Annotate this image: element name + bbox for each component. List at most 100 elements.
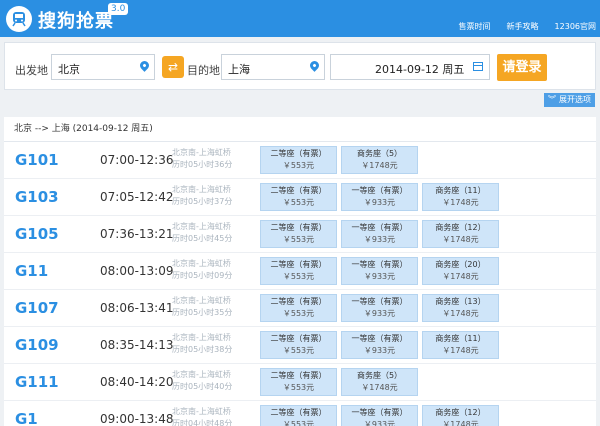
seat-option[interactable]: 一等座（有票） ￥933元 <box>341 183 418 211</box>
seat-price: ￥553元 <box>282 235 315 244</box>
stations: 北京南-上海虹桥 <box>172 407 231 416</box>
train-number[interactable]: G103 <box>15 188 59 206</box>
seat-class: 一等座（有票） <box>351 186 408 195</box>
train-list: G101 07:00-12:36 北京南-上海虹桥 历时05小时36分二等座（有票） ￥… <box>4 142 596 426</box>
train-row[interactable]: G11 08:00-13:09 北京南-上海虹桥 历时05小时09分 二等座（有票） ￥5… <box>4 253 596 290</box>
seat-price: ￥553元 <box>282 161 315 170</box>
link-beginner-guide[interactable]: 新手攻略 <box>507 21 539 32</box>
train-number[interactable]: G105 <box>15 225 59 243</box>
location-pin-icon <box>138 59 151 72</box>
from-label: 出发地 <box>15 64 48 77</box>
train-row[interactable]: G105 07:36-13:21 北京南-上海虹桥 历时05小时45分 二等座（有票） ￥… <box>4 216 596 253</box>
train-number[interactable]: G101 <box>15 151 59 169</box>
expand-options-button[interactable]: ︾ 展开选项 <box>544 93 595 107</box>
stations: 北京南-上海虹桥 <box>172 259 231 268</box>
seat-option[interactable]: 商务座（5） ￥1748元 <box>341 368 418 396</box>
seat-price: ￥1748元 <box>442 272 479 281</box>
seat-class: 商务座（12） <box>435 408 486 417</box>
seat-option[interactable]: 一等座（有票） ￥933元 <box>341 405 418 426</box>
stations: 北京南-上海虹桥 <box>172 370 231 379</box>
header-links: 售票时间 新手攻略 12306官网 <box>459 21 596 32</box>
departure-arrival-time: 07:05-12:42 <box>100 190 174 204</box>
train-row[interactable]: G109 08:35-14:13 北京南-上海虹桥 历时05小时38分 二等座（有票） ￥… <box>4 327 596 364</box>
seat-class: 二等座（有票） <box>270 408 327 417</box>
seat-option[interactable]: 二等座（有票） ￥553元 <box>260 331 337 359</box>
departure-arrival-time: 07:00-12:36 <box>100 153 174 167</box>
train-row[interactable]: G1 09:00-13:48 北京南-上海虹桥 历时04小时48分 二等座（有票） ￥55… <box>4 401 596 426</box>
seat-option[interactable]: 二等座（有票） ￥553元 <box>260 405 337 426</box>
duration: 历时05小时37分 <box>172 197 233 206</box>
departure-arrival-time: 08:00-13:09 <box>100 264 174 278</box>
train-number[interactable]: G11 <box>15 262 48 280</box>
from-field[interactable]: 北京 <box>51 54 155 80</box>
to-value: 上海 <box>228 63 250 76</box>
date-value: 2014-09-12 周五 <box>375 63 465 76</box>
stations: 北京南-上海虹桥 <box>172 296 231 305</box>
seat-option[interactable]: 商务座（5） ￥1748元 <box>341 146 418 174</box>
seat-option[interactable]: 二等座（有票） ￥553元 <box>260 220 337 248</box>
link-sale-time[interactable]: 售票时间 <box>459 21 491 32</box>
seat-option[interactable]: 商务座（11） ￥1748元 <box>422 331 499 359</box>
swap-button[interactable]: ⇄ <box>162 56 184 78</box>
login-button[interactable]: 请登录 <box>497 54 547 81</box>
stations: 北京南-上海虹桥 <box>172 185 231 194</box>
train-row[interactable]: G111 08:40-14:20 北京南-上海虹桥 历时05小时40分 二等座（有票） ￥… <box>4 364 596 401</box>
seat-price: ￥933元 <box>363 198 396 207</box>
seat-class: 二等座（有票） <box>270 334 327 343</box>
seat-price: ￥553元 <box>282 198 315 207</box>
expand-options-label: 展开选项 <box>559 95 591 104</box>
seat-option[interactable]: 一等座（有票） ￥933元 <box>341 294 418 322</box>
duration: 历时05小时09分 <box>172 271 233 280</box>
seat-option[interactable]: 一等座（有票） ￥933元 <box>341 331 418 359</box>
train-row[interactable]: G107 08:06-13:41 北京南-上海虹桥 历时05小时35分 二等座（有票） ￥… <box>4 290 596 327</box>
seat-option[interactable]: 商务座（12） ￥1748元 <box>422 220 499 248</box>
seat-option[interactable]: 二等座（有票） ￥553元 <box>260 294 337 322</box>
seat-option[interactable]: 一等座（有票） ￥933元 <box>341 257 418 285</box>
seat-option[interactable]: 商务座（13） ￥1748元 <box>422 294 499 322</box>
seat-price: ￥1748元 <box>442 346 479 355</box>
from-value: 北京 <box>58 63 80 76</box>
seat-option[interactable]: 二等座（有票） ￥553元 <box>260 257 337 285</box>
station-info: 北京南-上海虹桥 历时05小时36分 <box>172 147 232 171</box>
station-info: 北京南-上海虹桥 历时05小时38分 <box>172 332 232 356</box>
train-row[interactable]: G101 07:00-12:36 北京南-上海虹桥 历时05小时36分 二等座（有票） ￥… <box>4 142 596 179</box>
seat-option[interactable]: 商务座（20） ￥1748元 <box>422 257 499 285</box>
link-12306-official[interactable]: 12306官网 <box>555 21 596 32</box>
seat-class: 商务座（13） <box>435 297 486 306</box>
train-row[interactable]: G103 07:05-12:42 北京南-上海虹桥 历时05小时37分 二等座（有票） ￥… <box>4 179 596 216</box>
seat-option[interactable]: 一等座（有票） ￥933元 <box>341 220 418 248</box>
seat-class: 一等座（有票） <box>351 408 408 417</box>
location-pin-icon <box>308 59 321 72</box>
version-badge: 3.0 <box>108 3 129 15</box>
to-field[interactable]: 上海 <box>221 54 325 80</box>
seat-price: ￥933元 <box>363 309 396 318</box>
train-number[interactable]: G109 <box>15 336 59 354</box>
seat-option[interactable]: 二等座（有票） ￥553元 <box>260 146 337 174</box>
seat-class: 二等座（有票） <box>270 223 327 232</box>
station-info: 北京南-上海虹桥 历时05小时35分 <box>172 295 232 319</box>
seat-class: 商务座（11） <box>435 334 486 343</box>
seat-option[interactable]: 二等座（有票） ￥553元 <box>260 368 337 396</box>
seat-price: ￥553元 <box>282 383 315 392</box>
seat-class: 商务座（5） <box>356 371 403 380</box>
seat-price: ￥1748元 <box>442 420 479 426</box>
seat-price: ￥933元 <box>363 235 396 244</box>
date-field[interactable]: 2014-09-12 周五 <box>330 54 490 80</box>
seat-option[interactable]: 商务座（11） ￥1748元 <box>422 183 499 211</box>
station-info: 北京南-上海虹桥 历时05小时37分 <box>172 184 232 208</box>
duration: 历时05小时45分 <box>172 234 233 243</box>
seat-option[interactable]: 商务座（12） ￥1748元 <box>422 405 499 426</box>
app-title: 搜狗抢票 <box>38 11 114 32</box>
seat-class: 二等座（有票） <box>270 260 327 269</box>
seat-class: 一等座（有票） <box>351 334 408 343</box>
train-number[interactable]: G107 <box>15 299 59 317</box>
train-number[interactable]: G111 <box>15 373 59 391</box>
seat-price: ￥553元 <box>282 272 315 281</box>
duration: 历时05小时40分 <box>172 382 233 391</box>
train-number[interactable]: G1 <box>15 410 38 426</box>
app-header: 搜狗抢票 3.0 售票时间 新手攻略 12306官网 <box>0 0 600 37</box>
seat-option[interactable]: 二等座（有票） ￥553元 <box>260 183 337 211</box>
seat-price: ￥1748元 <box>361 383 398 392</box>
results-panel: 北京 --> 上海 (2014-09-12 周五) G101 07:00-12:3… <box>4 117 596 426</box>
station-info: 北京南-上海虹桥 历时05小时40分 <box>172 369 232 393</box>
